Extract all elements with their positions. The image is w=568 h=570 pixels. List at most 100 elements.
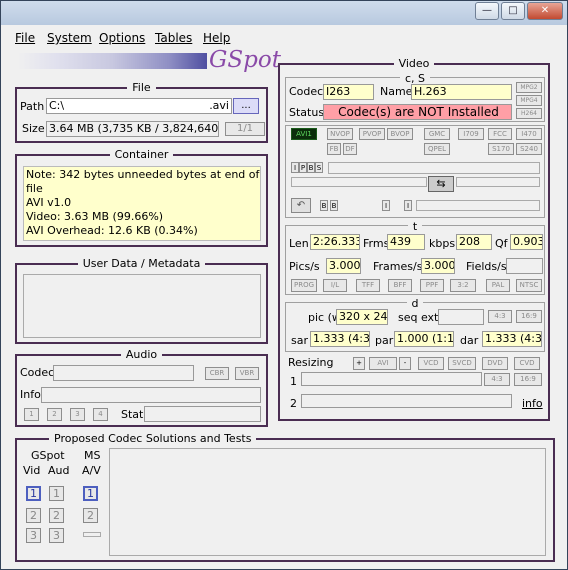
bff-button[interactable]: BFF bbox=[388, 279, 412, 292]
b-ref-2[interactable]: B bbox=[330, 200, 338, 211]
frms-label: Frms bbox=[363, 237, 390, 250]
gspot-aud-2[interactable]: 2 bbox=[49, 508, 64, 523]
file-counter[interactable]: 1/1 bbox=[225, 122, 265, 136]
swap-icon[interactable]: ⇆ bbox=[428, 176, 454, 192]
ms-av-slot bbox=[83, 532, 101, 537]
tff-button[interactable]: TFF bbox=[356, 279, 380, 292]
flags-section: AVI1 NVOP PVOP BVOP GMC I709 FCC I470 FB… bbox=[285, 125, 545, 218]
qpel-button[interactable]: QPEL bbox=[424, 143, 450, 155]
gspot-aud-1[interactable]: 1 bbox=[49, 486, 64, 501]
size-label: Size bbox=[22, 122, 45, 135]
i-frame-flag[interactable]: I bbox=[291, 162, 299, 173]
menu-help[interactable]: Help bbox=[203, 31, 230, 45]
info-link[interactable]: info bbox=[522, 397, 543, 410]
gspot-vid-1[interactable]: 1 bbox=[26, 486, 41, 501]
browse-button[interactable]: ... bbox=[233, 98, 259, 114]
ratio-16-9-button[interactable]: 16:9 bbox=[516, 310, 542, 323]
cvd-button[interactable]: CVD bbox=[514, 357, 540, 370]
resize-avi-button[interactable]: AVI bbox=[369, 357, 397, 370]
fcc-button[interactable]: FCC bbox=[488, 128, 512, 140]
audio-track-2[interactable]: 2 bbox=[47, 408, 62, 421]
gspot-vid-3[interactable]: 3 bbox=[26, 528, 41, 543]
s240-button[interactable]: S240 bbox=[516, 143, 542, 155]
ppf-button[interactable]: PPF bbox=[420, 279, 444, 292]
path-value: C:\ bbox=[49, 99, 65, 112]
mpg4-button[interactable]: MPG4 bbox=[516, 95, 542, 106]
resize-minus-button[interactable]: - bbox=[399, 357, 411, 370]
ntsc-button[interactable]: NTSC bbox=[516, 279, 542, 292]
t-title: t bbox=[407, 220, 423, 233]
maximize-button[interactable]: □ bbox=[501, 2, 525, 20]
audio-stat-label: Stat bbox=[121, 408, 144, 421]
i-ref-1[interactable]: I bbox=[382, 200, 390, 211]
resize-plus-button[interactable]: + bbox=[353, 357, 365, 370]
gmc-button[interactable]: GMC bbox=[424, 128, 450, 140]
menu-system[interactable]: System bbox=[47, 31, 92, 45]
svcd-button[interactable]: SVCD bbox=[448, 357, 476, 370]
avi1-button[interactable]: AVI1 bbox=[291, 128, 317, 140]
dar-label: dar bbox=[460, 334, 479, 347]
container-line: AVI Overhead: 12.6 KB (0.34%) bbox=[26, 224, 198, 237]
df-button[interactable]: DF bbox=[343, 143, 357, 155]
s170-button[interactable]: S170 bbox=[488, 143, 514, 155]
b-frame-flag[interactable]: B bbox=[307, 162, 315, 173]
b-ref-1[interactable]: B bbox=[320, 200, 328, 211]
back-icon[interactable]: ↶ bbox=[291, 198, 311, 213]
menu-file[interactable]: File bbox=[15, 31, 35, 45]
proposed-panel: Proposed Codec Solutions and Tests GSpot… bbox=[15, 432, 555, 562]
vcd-button[interactable]: VCD bbox=[418, 357, 444, 370]
seqext-field bbox=[438, 309, 484, 325]
audio-track-1[interactable]: 1 bbox=[24, 408, 39, 421]
cbr-button[interactable]: CBR bbox=[205, 367, 229, 380]
frame-strip-1 bbox=[328, 162, 540, 174]
userdata-title: User Data / Metadata bbox=[77, 257, 206, 270]
pulldown-button[interactable]: 3:2 bbox=[450, 279, 476, 292]
fields-field bbox=[506, 258, 543, 274]
ms-av-1[interactable]: 1 bbox=[83, 486, 98, 501]
container-title: Container bbox=[109, 148, 174, 161]
par-label: par bbox=[375, 334, 394, 347]
pal-button[interactable]: PAL bbox=[486, 279, 510, 292]
p-frame-flag[interactable]: P bbox=[299, 162, 307, 173]
video-title: Video bbox=[393, 57, 435, 70]
title-bar[interactable]: — □ ✕ bbox=[1, 1, 567, 25]
container-line: Video: 3.63 MB (99.66%) bbox=[26, 210, 164, 223]
qf-field: 0.903 bbox=[510, 234, 543, 250]
prog-button[interactable]: PROG bbox=[291, 279, 317, 292]
gspot-aud-3[interactable]: 3 bbox=[49, 528, 64, 543]
resize-4-3-button[interactable]: 4:3 bbox=[484, 373, 510, 386]
h264-button[interactable]: H264 bbox=[516, 108, 542, 119]
menu-options[interactable]: Options bbox=[99, 31, 145, 45]
name-label: Name bbox=[380, 85, 413, 98]
audio-codec-label: Codec bbox=[20, 366, 55, 379]
path-label: Path bbox=[20, 100, 45, 113]
audio-codec-field bbox=[53, 365, 194, 381]
ratio-4-3-button[interactable]: 4:3 bbox=[488, 310, 512, 323]
close-button[interactable]: ✕ bbox=[527, 2, 563, 20]
audio-track-4[interactable]: 4 bbox=[93, 408, 108, 421]
menu-tables[interactable]: Tables bbox=[155, 31, 192, 45]
nvop-button[interactable]: NVOP bbox=[327, 128, 353, 140]
gspot-vid-2[interactable]: 2 bbox=[26, 508, 41, 523]
frame-strip-4 bbox=[416, 200, 540, 211]
s-frame-flag[interactable]: S bbox=[315, 162, 323, 173]
bvop-button[interactable]: BVOP bbox=[387, 128, 413, 140]
path-field[interactable]: C:\ .avi bbox=[46, 98, 232, 114]
vbr-button[interactable]: VBR bbox=[235, 367, 259, 380]
il-button[interactable]: I/L bbox=[323, 279, 347, 292]
minimize-button[interactable]: — bbox=[475, 2, 499, 20]
fb-button[interactable]: FB bbox=[327, 143, 341, 155]
audio-info-field bbox=[41, 387, 261, 403]
dvd-button[interactable]: DVD bbox=[482, 357, 508, 370]
i-ref-2[interactable]: I bbox=[404, 200, 412, 211]
resize-16-9-button[interactable]: 16:9 bbox=[514, 373, 542, 386]
mpg2-button[interactable]: MPG2 bbox=[516, 82, 542, 93]
ms-av-2[interactable]: 2 bbox=[83, 508, 98, 523]
proposed-title: Proposed Codec Solutions and Tests bbox=[49, 432, 257, 445]
i470-button[interactable]: I470 bbox=[516, 128, 542, 140]
gop-area: I P B S ⇆ ↶ B B I I bbox=[288, 160, 543, 216]
audio-track-3[interactable]: 3 bbox=[70, 408, 85, 421]
pvop-button[interactable]: PVOP bbox=[359, 128, 385, 140]
i709-button[interactable]: I709 bbox=[458, 128, 484, 140]
menu-bar: File System Options Tables Help bbox=[5, 27, 563, 47]
